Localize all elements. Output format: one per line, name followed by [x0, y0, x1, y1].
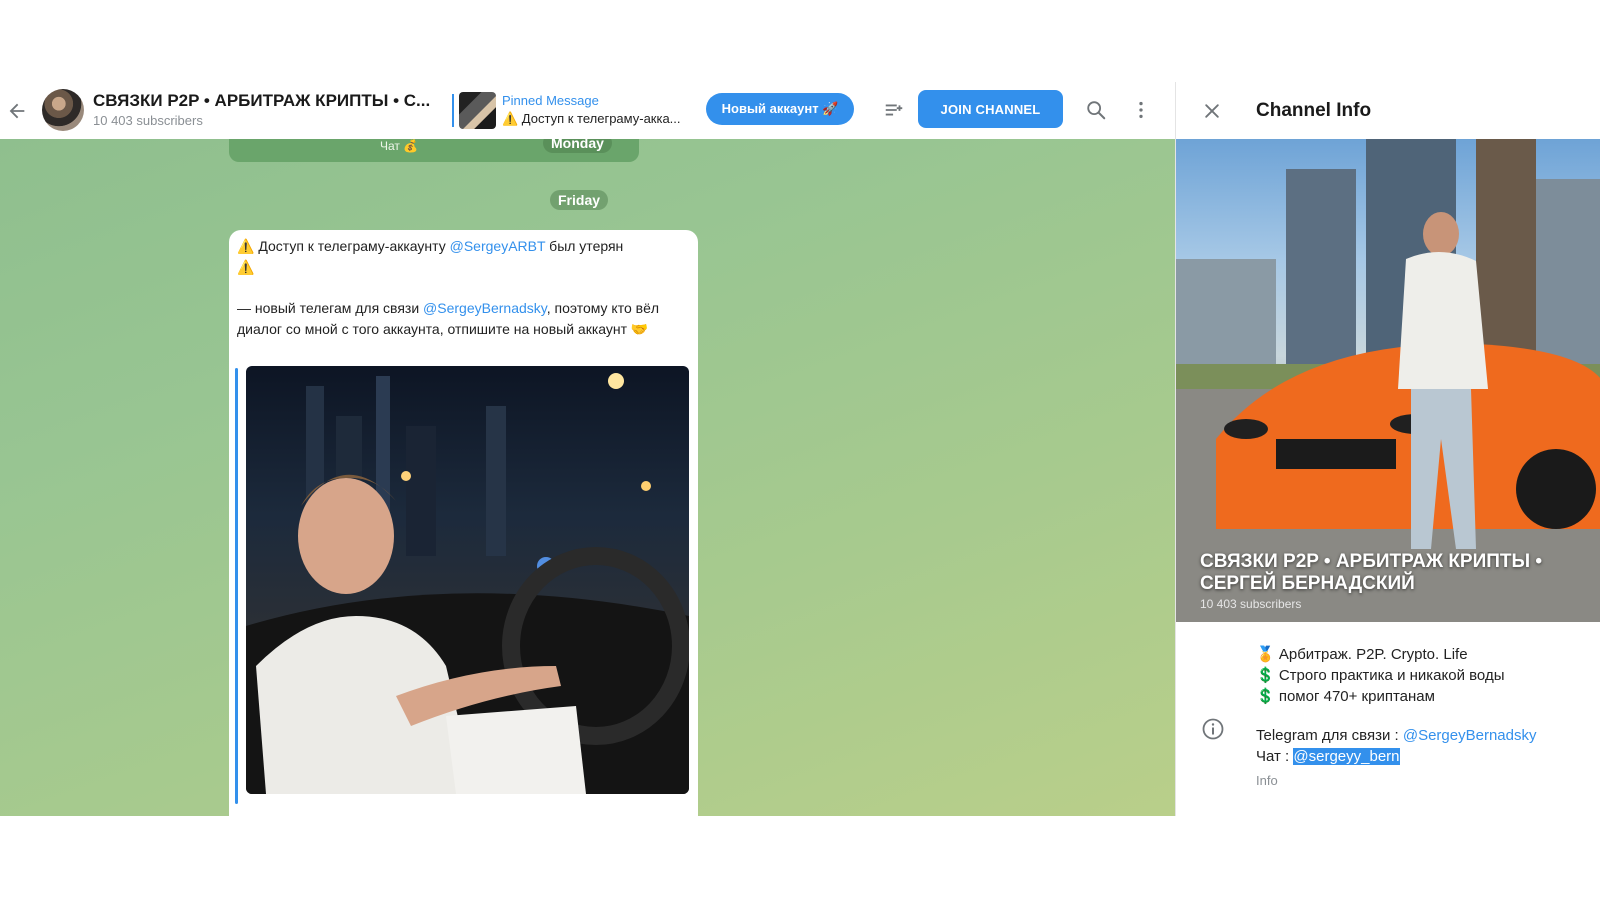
- channel-info-panel: Channel Info СВЯЗКИ P2P • АРБИТРАЖ КРИПТ…: [1175, 82, 1600, 816]
- post-paragraph-2: — новый телегам для связи @SergeyBernads…: [237, 298, 687, 340]
- pinned-message-text[interactable]: ⚠️ Доступ к телеграму-акка...: [502, 111, 697, 127]
- channel-title[interactable]: СВЯЗКИ P2P • АРБИТРАЖ КРИПТЫ • С...: [93, 91, 430, 111]
- subscriber-count: 10 403 subscribers: [93, 113, 203, 128]
- cover-channel-title: СВЯЗКИ P2P • АРБИТРАЖ КРИПТЫ • СЕРГЕЙ БЕ…: [1200, 551, 1543, 594]
- chat-line: Чат : @sergeyy_bern: [1256, 747, 1400, 767]
- post-text: был утерян: [545, 238, 624, 254]
- date-separator-friday: Friday: [550, 190, 609, 210]
- chat-header: СВЯЗКИ P2P • АРБИТРАЖ КРИПТЫ • С... 10 4…: [0, 82, 1175, 139]
- chat-background: Чат 💰 Monday Friday ⚠️ Доступ к телеграм…: [0, 139, 1175, 816]
- contact-label: Telegram для связи :: [1256, 727, 1403, 744]
- pinned-thumbnail[interactable]: [459, 92, 496, 129]
- more-vertical-icon[interactable]: [1127, 96, 1155, 124]
- chat-label: Чат :: [1256, 748, 1294, 765]
- close-icon[interactable]: [1198, 97, 1226, 125]
- info-circle-icon: [1200, 716, 1226, 742]
- bio-line-1: 🏅 Арбитраж. P2P. Crypto. Life: [1256, 646, 1468, 663]
- join-channel-button[interactable]: JOIN CHANNEL: [918, 90, 1063, 128]
- chat-column: СВЯЗКИ P2P • АРБИТРАЖ КРИПТЫ • С... 10 4…: [0, 82, 1175, 816]
- search-icon[interactable]: [1082, 96, 1110, 124]
- channel-avatar[interactable]: [42, 89, 84, 131]
- new-account-button[interactable]: Новый аккаунт 🚀: [706, 93, 854, 125]
- post-line-1: ⚠️ Доступ к телеграму-аккаунту @SergeyAR…: [237, 236, 687, 278]
- mention-link[interactable]: @SergeyARBT: [450, 238, 546, 254]
- contact-line: Telegram для связи : @SergeyBernadsky: [1256, 726, 1536, 746]
- contact-link[interactable]: @SergeyBernadsky: [1403, 727, 1537, 744]
- post-photo[interactable]: [246, 366, 689, 794]
- cover-subscriber-count: 10 403 subscribers: [1200, 597, 1302, 611]
- date-separator-monday: Monday: [543, 139, 612, 153]
- pinned-message-title[interactable]: Pinned Message: [502, 93, 599, 108]
- bio-line-2: 💲 Строго практика и никакой воды: [1256, 667, 1505, 684]
- pinned-divider: [452, 94, 454, 127]
- channel-post-bubble[interactable]: ⚠️ Доступ к телеграму-аккаунту @SergeyAR…: [229, 230, 698, 816]
- quote-bar: [235, 368, 238, 804]
- post-text: — новый телегам для связи: [237, 300, 424, 316]
- pinned-list-icon[interactable]: [880, 96, 908, 124]
- warning-emoji: ⚠️: [237, 259, 255, 275]
- telegram-window: СВЯЗКИ P2P • АРБИТРАЖ КРИПТЫ • С... 10 4…: [0, 82, 1600, 816]
- info-label: Info: [1256, 773, 1278, 788]
- bio-line-3: 💲 помог 470+ криптанам: [1256, 688, 1435, 705]
- mention-link[interactable]: @SergeyBernadsky: [423, 300, 547, 316]
- previous-message-text: Чат 💰: [380, 139, 419, 153]
- post-text: ⚠️ Доступ к телеграму-аккаунту: [237, 238, 450, 254]
- back-arrow-icon[interactable]: [4, 98, 30, 124]
- chat-link-selected[interactable]: @sergeyy_bern: [1293, 748, 1400, 765]
- channel-cover-photo[interactable]: СВЯЗКИ P2P • АРБИТРАЖ КРИПТЫ • СЕРГЕЙ БЕ…: [1176, 139, 1600, 622]
- panel-title: Channel Info: [1256, 100, 1372, 121]
